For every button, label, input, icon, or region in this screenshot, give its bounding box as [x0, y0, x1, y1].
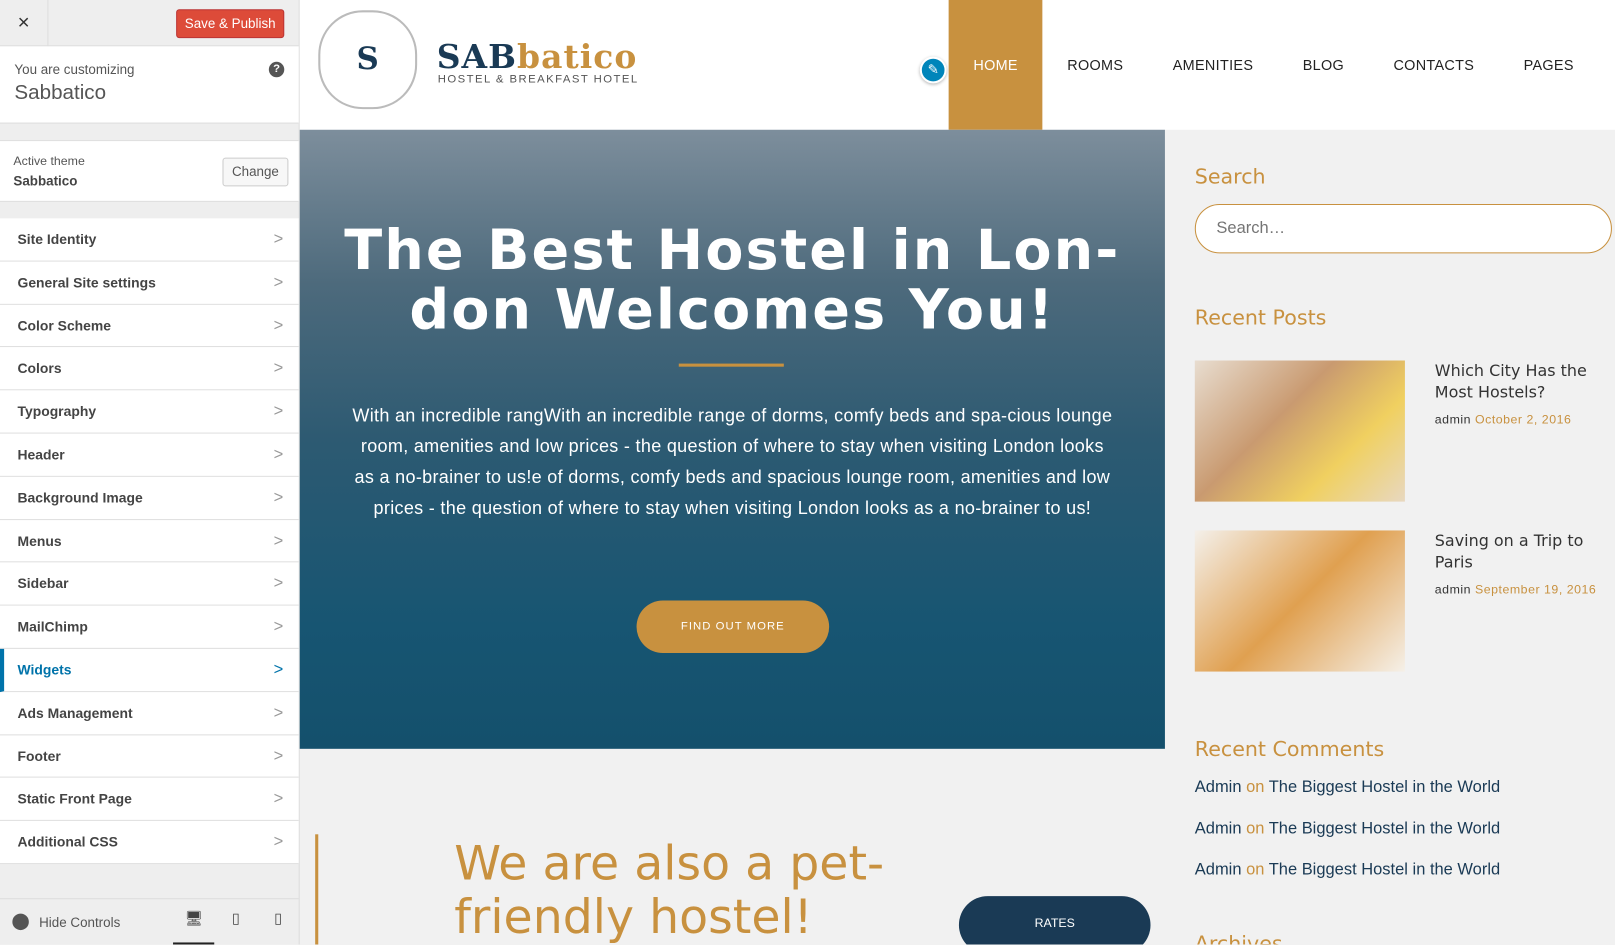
- menu-item-menus[interactable]: Menus >: [0, 519, 299, 563]
- menu-item-label: General Site settings: [17, 274, 156, 291]
- post-title[interactable]: Saving on a Trip to Paris: [1435, 530, 1607, 573]
- post-item[interactable]: Saving on a Trip to Paris admin Septembe…: [1194, 530, 1607, 672]
- post-thumbnail[interactable]: [1194, 360, 1405, 502]
- hide-controls-label: Hide Controls: [39, 914, 121, 930]
- chevron-right-icon: >: [273, 747, 284, 765]
- menu-item-background-image[interactable]: Background Image >: [0, 476, 299, 520]
- hero-text: With an incredible rangWith an incredibl…: [352, 404, 1113, 519]
- tablet-icon[interactable]: ▯: [215, 909, 256, 944]
- chevron-right-icon: >: [273, 402, 284, 421]
- main-nav: HOME ROOMS AMENITIES BLOG CONTACTS PAGES: [948, 0, 1599, 130]
- menu-item-label: Header: [17, 447, 65, 463]
- menu-item-label: Widgets: [17, 662, 72, 678]
- find-out-more-button[interactable]: FIND OUT MORE: [636, 600, 830, 654]
- chevron-right-icon: >: [273, 445, 284, 464]
- chevron-right-icon: >: [273, 618, 284, 636]
- menu-item-label: Ads Management: [17, 705, 133, 721]
- menu-item-static-front-page[interactable]: Static Front Page >: [0, 778, 299, 822]
- comment-item[interactable]: Admin on The Biggest Hostel in the World: [1195, 861, 1500, 880]
- change-theme-button[interactable]: Change: [222, 157, 289, 187]
- chevron-right-icon: >: [273, 790, 284, 808]
- menu-item-label: Footer: [17, 748, 61, 764]
- menu-item-label: Site Identity: [17, 231, 97, 248]
- chevron-right-icon: >: [273, 230, 284, 249]
- chevron-right-icon: >: [273, 704, 284, 722]
- menu-item-ads-management[interactable]: Ads Management >: [0, 691, 299, 735]
- menu-item-typography[interactable]: Typography >: [0, 390, 299, 434]
- chevron-right-icon: >: [273, 532, 284, 550]
- menu-item-label: Static Front Page: [17, 791, 132, 807]
- rates-button[interactable]: RATES: [958, 896, 1151, 945]
- menu-item-additional-css[interactable]: Additional CSS >: [0, 821, 299, 865]
- mobile-icon[interactable]: ▯: [258, 909, 299, 944]
- customizing-label: You are customizing: [14, 61, 135, 78]
- close-icon[interactable]: ×: [0, 0, 49, 47]
- menu-item-widgets[interactable]: Widgets >: [0, 648, 299, 692]
- search-title: Search: [1194, 163, 1266, 189]
- post-item[interactable]: Which City Has the Most Hostels? admin O…: [1194, 360, 1607, 502]
- edit-pencil-icon[interactable]: ✎: [919, 56, 947, 84]
- chevron-right-icon: >: [273, 833, 284, 851]
- recent-comments-title: Recent Comments: [1194, 736, 1385, 762]
- chevron-right-icon: >: [273, 273, 284, 292]
- hero-title: The Best Hostel in Lon-don Welcomes You!: [344, 217, 1121, 342]
- menu-item-label: Color Scheme: [17, 317, 112, 334]
- menu-item-label: Background Image: [17, 490, 143, 506]
- customizer-sidebar: × Save & Publish You are customizing Sab…: [0, 0, 300, 945]
- save-publish-button[interactable]: Save & Publish: [176, 9, 285, 39]
- nav-blog[interactable]: BLOG: [1278, 0, 1369, 130]
- desktop-icon[interactable]: 🖥: [173, 909, 215, 945]
- site-name: Sabbatico: [14, 81, 107, 105]
- nav-contacts[interactable]: CONTACTS: [1369, 0, 1499, 130]
- chevron-right-icon: >: [273, 661, 284, 679]
- hero: The Best Hostel in Lon-don Welcomes You!…: [299, 129, 1165, 749]
- site-preview: S SABbatico HOSTEL & BREAKFAST HOTEL ✎ H…: [299, 0, 1615, 945]
- tagline: HOSTEL & BREAKFAST HOTEL: [437, 73, 639, 86]
- brand-name[interactable]: SABbatico: [437, 37, 638, 76]
- recent-posts-title: Recent Posts: [1194, 304, 1327, 330]
- logo[interactable]: S: [318, 10, 418, 110]
- chevron-right-icon: >: [273, 489, 284, 507]
- menu-item-general-site-settings[interactable]: General Site settings >: [0, 261, 299, 305]
- collapse-icon: [12, 913, 29, 931]
- search-input[interactable]: [1194, 203, 1612, 254]
- help-icon[interactable]: ?: [268, 61, 285, 78]
- menu-item-label: Typography: [17, 403, 97, 420]
- menu-item-label: Sidebar: [17, 576, 69, 592]
- comment-item[interactable]: Admin on The Biggest Hostel in the World: [1195, 779, 1500, 798]
- post-meta: admin September 19, 2016: [1434, 581, 1597, 597]
- post-meta: admin October 2, 2016: [1434, 412, 1572, 427]
- menu-item-header[interactable]: Header >: [0, 433, 299, 477]
- chevron-right-icon: >: [273, 575, 284, 593]
- chevron-right-icon: >: [273, 316, 284, 335]
- nav-home[interactable]: HOME: [948, 0, 1043, 130]
- nav-pages[interactable]: PAGES: [1499, 0, 1599, 130]
- post-title[interactable]: Which City Has the Most Hostels?: [1435, 361, 1607, 404]
- menu-item-label: Additional CSS: [17, 834, 118, 850]
- menu-item-mailchimp[interactable]: MailChimp >: [0, 605, 299, 649]
- pet-title: We are also a pet-friendly hostel!: [454, 835, 885, 945]
- archives-title: Archives: [1194, 931, 1283, 945]
- chevron-right-icon: >: [273, 359, 284, 378]
- nav-amenities[interactable]: AMENITIES: [1148, 0, 1278, 130]
- menu-item-site-identity[interactable]: Site Identity >: [0, 218, 299, 262]
- menu-item-color-scheme[interactable]: Color Scheme >: [0, 304, 299, 348]
- pet-section: We are also a pet-friendly hostel!: [315, 834, 948, 945]
- menu-item-colors[interactable]: Colors >: [0, 347, 299, 391]
- menu-item-footer[interactable]: Footer >: [0, 734, 299, 779]
- nav-rooms[interactable]: ROOMS: [1043, 0, 1148, 130]
- menu-item-label: MailChimp: [17, 619, 88, 635]
- menu-item-sidebar[interactable]: Sidebar >: [0, 562, 299, 606]
- divider: [678, 363, 784, 367]
- menu-item-label: Colors: [17, 360, 62, 377]
- menu-item-label: Menus: [17, 533, 62, 549]
- comment-item[interactable]: Admin on The Biggest Hostel in the World: [1195, 820, 1500, 839]
- post-thumbnail[interactable]: [1194, 530, 1405, 672]
- hide-controls-button[interactable]: Hide Controls: [12, 913, 121, 931]
